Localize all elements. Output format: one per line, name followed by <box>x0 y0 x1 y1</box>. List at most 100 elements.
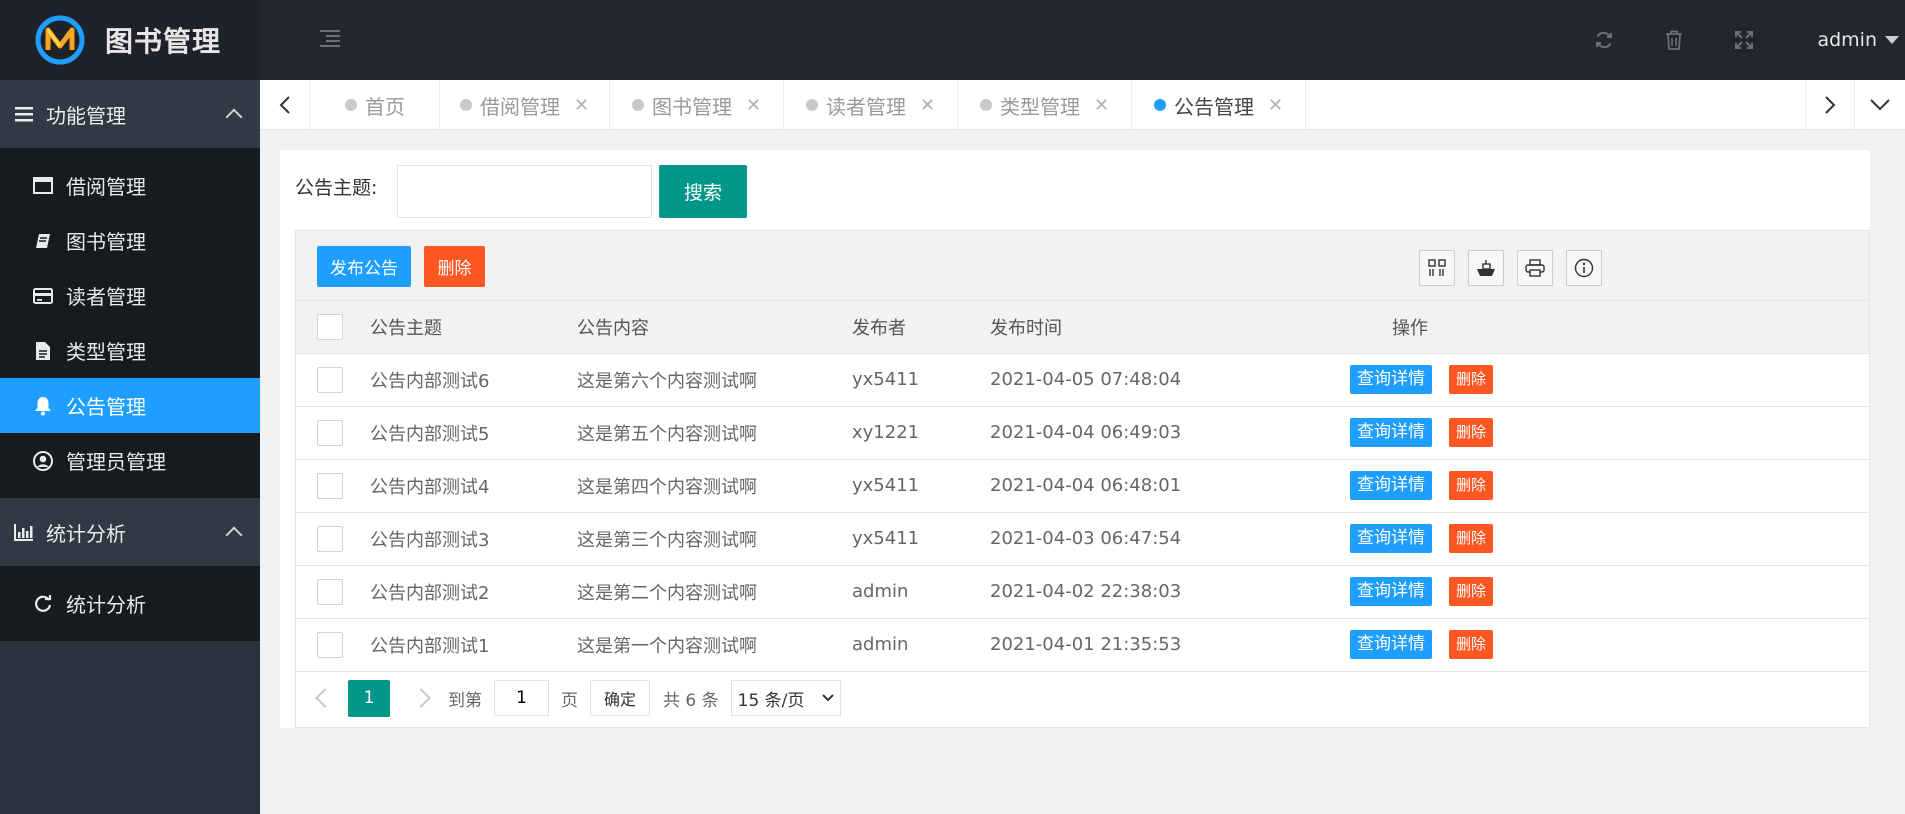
cell-actions: 查询详情 删除 <box>1290 406 1869 460</box>
tabs-bar: 首页 借阅管理 ✕ 图书管理 ✕ 读者管理 ✕ 类型管理 ✕ 公告管理 ✕ <box>260 80 1905 130</box>
sidebar-item-books[interactable]: 图书管理 <box>0 213 260 268</box>
table-row: 公告内部测试6 这是第六个内容测试啊 yx5411 2021-04-05 07:48:… <box>296 353 1869 407</box>
tab-notices[interactable]: 公告管理 ✕ <box>1132 80 1306 130</box>
cell-actions: 查询详情 删除 <box>1290 618 1869 672</box>
row-checkbox[interactable] <box>317 525 343 552</box>
tab-books[interactable]: 图书管理 ✕ <box>610 80 784 130</box>
goto-page-input[interactable] <box>494 680 549 716</box>
row-delete-button[interactable]: 删除 <box>1449 524 1494 553</box>
tab-types[interactable]: 类型管理 ✕ <box>958 80 1132 130</box>
cell-topic: 公告内部测试4 <box>370 459 577 513</box>
cell-topic: 公告内部测试2 <box>370 565 577 619</box>
row-delete-button[interactable]: 删除 <box>1449 577 1494 606</box>
cell-content: 这是第三个内容测试啊 <box>577 512 852 566</box>
batch-delete-button[interactable]: 删除 <box>424 246 485 287</box>
tab-dot <box>805 99 818 111</box>
prev-page-icon[interactable] <box>315 688 335 708</box>
tab-dot <box>1153 99 1166 111</box>
refresh-icon[interactable] <box>1569 0 1639 80</box>
window-icon <box>32 175 54 197</box>
cell-time: 2021-04-02 22:38:03 <box>990 565 1290 619</box>
select-all-checkbox[interactable] <box>317 313 343 340</box>
sidebar-item-stats[interactable]: 统计分析 <box>0 576 260 631</box>
table-row: 公告内部测试1 这是第一个内容测试啊 admin 2021-04-01 21:35:5… <box>296 618 1869 672</box>
view-detail-button[interactable]: 查询详情 <box>1350 365 1432 394</box>
goto-confirm-button[interactable]: 确定 <box>590 680 651 716</box>
tab-borrow[interactable]: 借阅管理 ✕ <box>440 80 610 130</box>
tab-dot <box>631 99 644 111</box>
search-topic-input[interactable] <box>397 165 652 218</box>
page-unit-label: 页 <box>561 690 578 711</box>
sidebar-group-stats[interactable]: 统计分析 <box>0 498 260 566</box>
export-icon[interactable] <box>1468 250 1504 286</box>
sidebar-item-label: 读者管理 <box>66 285 146 309</box>
view-detail-button[interactable]: 查询详情 <box>1350 630 1432 659</box>
print-icon[interactable] <box>1517 250 1553 286</box>
tab-readers[interactable]: 读者管理 ✕ <box>784 80 958 130</box>
tab-home[interactable]: 首页 <box>311 80 440 130</box>
tab-dot <box>345 99 357 111</box>
sidebar-item-notices[interactable]: 公告管理 <box>0 378 260 433</box>
cell-time: 2021-04-01 21:35:53 <box>990 618 1290 672</box>
sidebar-item-borrow[interactable]: 借阅管理 <box>0 158 260 213</box>
sidebar-item-types[interactable]: 类型管理 <box>0 323 260 378</box>
notice-table: 发布公告 删除 公告主题 公告内容 发布者 发布时间 操作 公告内部测试6 这是… <box>295 230 1870 728</box>
cell-actions: 查询详情 删除 <box>1290 459 1869 513</box>
close-icon[interactable]: ✕ <box>574 95 589 116</box>
row-delete-button[interactable]: 删除 <box>1449 418 1494 447</box>
page-size-select[interactable]: 15 条/页 <box>730 680 841 716</box>
refresh-icon <box>32 593 54 615</box>
sidebar-group-function[interactable]: 功能管理 <box>0 80 260 148</box>
cell-publisher: admin <box>852 618 990 672</box>
tabs-menu-chevron-down-icon[interactable] <box>1855 80 1905 130</box>
user-circle-icon <box>32 450 54 472</box>
info-icon[interactable] <box>1566 250 1602 286</box>
sidebar-item-admins[interactable]: 管理员管理 <box>0 433 260 488</box>
view-detail-button[interactable]: 查询详情 <box>1350 577 1432 606</box>
tab-label: 借阅管理 <box>479 94 560 119</box>
row-checkbox[interactable] <box>317 631 343 658</box>
close-icon[interactable]: ✕ <box>1094 95 1109 116</box>
close-icon[interactable]: ✕ <box>920 95 935 116</box>
table-row: 公告内部测试4 这是第四个内容测试啊 yx5411 2021-04-04 06:48:… <box>296 459 1869 513</box>
next-page-icon[interactable] <box>411 688 431 708</box>
columns-filter-icon[interactable] <box>1419 250 1455 286</box>
file-icon <box>32 340 54 362</box>
tabs-scroll-left-icon[interactable] <box>260 80 310 130</box>
app-title: 图书管理 <box>105 25 222 58</box>
page-size-value: 15 条/页 <box>737 690 805 711</box>
tab-label: 首页 <box>365 94 405 119</box>
row-checkbox[interactable] <box>317 472 343 499</box>
trash-icon[interactable] <box>1639 0 1709 80</box>
view-detail-button[interactable]: 查询详情 <box>1350 471 1432 500</box>
publish-notice-button[interactable]: 发布公告 <box>317 246 411 287</box>
row-checkbox[interactable] <box>317 366 343 393</box>
cell-actions: 查询详情 删除 <box>1290 565 1869 619</box>
row-checkbox[interactable] <box>317 578 343 605</box>
sidebar-item-readers[interactable]: 读者管理 <box>0 268 260 323</box>
view-detail-button[interactable]: 查询详情 <box>1350 524 1432 553</box>
row-checkbox[interactable] <box>317 419 343 446</box>
cell-publisher: yx5411 <box>852 353 990 407</box>
search-button[interactable]: 搜索 <box>659 165 747 218</box>
current-page[interactable]: 1 <box>348 679 390 717</box>
chevron-down-icon <box>821 694 834 702</box>
chevron-up-icon <box>225 108 243 126</box>
fullscreen-icon[interactable] <box>1709 0 1779 80</box>
close-icon[interactable]: ✕ <box>746 95 761 116</box>
view-detail-button[interactable]: 查询详情 <box>1350 418 1432 447</box>
user-name: admin <box>1817 29 1877 51</box>
row-delete-button[interactable]: 删除 <box>1449 365 1494 394</box>
column-header: 发布者 <box>852 301 990 354</box>
cell-time: 2021-04-04 06:49:03 <box>990 406 1290 460</box>
data-table: 公告主题 公告内容 发布者 发布时间 操作 公告内部测试6 这是第六个内容测试啊 y… <box>296 301 1869 672</box>
sidebar: 图书管理 功能管理 借阅管理 图书管理 读者管理 类型管理 公告管理 管理员管理… <box>0 0 260 814</box>
close-icon[interactable]: ✕ <box>1268 95 1283 116</box>
user-menu[interactable]: admin <box>1779 29 1899 51</box>
table-row: 公告内部测试5 这是第五个内容测试啊 xy1221 2021-04-04 06:49:… <box>296 406 1869 460</box>
row-delete-button[interactable]: 删除 <box>1449 471 1494 500</box>
row-delete-button[interactable]: 删除 <box>1449 630 1494 659</box>
tabs-scroll-right-icon[interactable] <box>1805 80 1855 130</box>
sidebar-group-function-body: 借阅管理 图书管理 读者管理 类型管理 公告管理 管理员管理 <box>0 148 260 498</box>
sidebar-toggle-icon[interactable] <box>320 30 342 48</box>
